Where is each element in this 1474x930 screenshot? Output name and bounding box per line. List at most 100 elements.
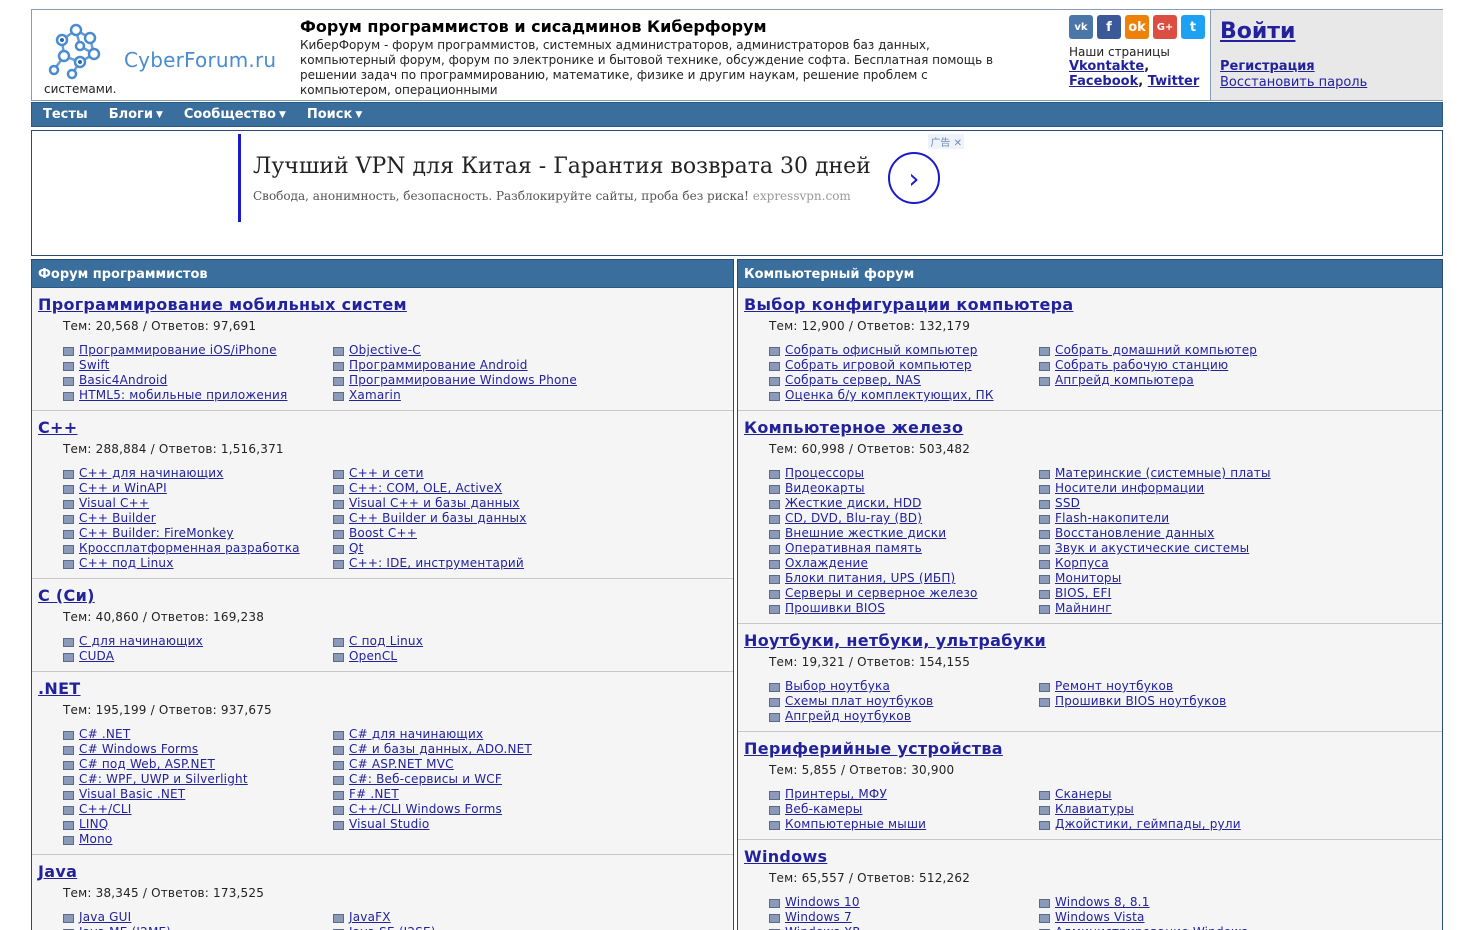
subforum-link[interactable]: Собрать домашний компьютер bbox=[1055, 343, 1257, 358]
facebook-link[interactable]: Facebook bbox=[1069, 74, 1138, 89]
subforum-link[interactable]: Принтеры, МФУ bbox=[785, 787, 887, 802]
subforum-link[interactable]: JavaFX bbox=[349, 910, 391, 925]
section-title-link[interactable]: Программирование мобильных систем bbox=[38, 295, 407, 314]
subforum-link[interactable]: CD, DVD, Blu-ray (BD) bbox=[785, 511, 922, 526]
subforum-link[interactable]: Оперативная память bbox=[785, 541, 922, 556]
subforum-link[interactable]: Выбор ноутбука bbox=[785, 679, 890, 694]
section-title-link[interactable]: C (Си) bbox=[38, 586, 95, 605]
vk-icon[interactable]: vk bbox=[1069, 15, 1093, 39]
subforum-link[interactable]: Java ME (J2ME) bbox=[79, 925, 171, 930]
subforum-link[interactable]: Прошивки BIOS ноутбуков bbox=[1055, 694, 1226, 709]
section-title-link[interactable]: Windows bbox=[744, 847, 827, 866]
subforum-link[interactable]: Собрать игровой компьютер bbox=[785, 358, 972, 373]
subforum-link[interactable]: Прошивки BIOS bbox=[785, 601, 885, 616]
subforum-link[interactable]: Процессоры bbox=[785, 466, 864, 481]
subforum-link[interactable]: C++ Builder: FireMonkey bbox=[79, 526, 234, 541]
google-plus-icon[interactable]: G+ bbox=[1153, 15, 1177, 39]
subforum-link[interactable]: Видеокарты bbox=[785, 481, 865, 496]
site-logo[interactable]: CyberForum.ru bbox=[42, 18, 282, 80]
section-title-link[interactable]: Периферийные устройства bbox=[744, 739, 1003, 758]
subforum-link[interactable]: HTML5: мобильные приложения bbox=[79, 388, 287, 403]
subforum-link[interactable]: Ремонт ноутбуков bbox=[1055, 679, 1173, 694]
subforum-link[interactable]: C++: IDE, инструментарий bbox=[349, 556, 524, 571]
subforum-link[interactable]: C++ для начинающих bbox=[79, 466, 224, 481]
restore-password-link[interactable]: Восстановить пароль bbox=[1220, 75, 1367, 90]
subforum-link[interactable]: Visual C++ bbox=[79, 496, 149, 511]
ad-banner[interactable]: 广告 ✕ Лучший VPN для Китая - Гарантия воз… bbox=[238, 134, 966, 222]
section-title-link[interactable]: Ноутбуки, нетбуки, ультрабуки bbox=[744, 631, 1046, 650]
subforum-link[interactable]: Программирование Windows Phone bbox=[349, 373, 577, 388]
subforum-link[interactable]: Звук и акустические системы bbox=[1055, 541, 1249, 556]
section-title-link[interactable]: Java bbox=[38, 862, 77, 881]
subforum-link[interactable]: Swift bbox=[79, 358, 109, 373]
subforum-link[interactable]: SSD bbox=[1055, 496, 1080, 511]
subforum-link[interactable]: Жесткие диски, HDD bbox=[785, 496, 922, 511]
subforum-link[interactable]: C++/CLI Windows Forms bbox=[349, 802, 502, 817]
subforum-link[interactable]: Администрирование Windows bbox=[1055, 925, 1248, 930]
section-title-link[interactable]: C++ bbox=[38, 418, 77, 437]
subforum-link[interactable]: Кроссплатформенная разработка bbox=[79, 541, 300, 556]
subforum-link[interactable]: Java SE (J2SE) bbox=[349, 925, 436, 930]
subforum-link[interactable]: Охлаждение bbox=[785, 556, 868, 571]
subforum-link[interactable]: Собрать рабочую станцию bbox=[1055, 358, 1228, 373]
vkontakte-link[interactable]: Vkontakte bbox=[1069, 59, 1144, 74]
subforum-link[interactable]: C++/CLI bbox=[79, 802, 132, 817]
subforum-link[interactable]: Windows 7 bbox=[785, 910, 852, 925]
twitter-link[interactable]: Twitter bbox=[1148, 74, 1200, 89]
subforum-link[interactable]: Java GUI bbox=[79, 910, 131, 925]
nav-community[interactable]: Сообщество ▼ bbox=[184, 107, 286, 122]
subforum-link[interactable]: Собрать офисный компьютер bbox=[785, 343, 978, 358]
nav-tests[interactable]: Тесты bbox=[43, 107, 88, 122]
subforum-link[interactable]: Схемы плат ноутбуков bbox=[785, 694, 933, 709]
facebook-icon[interactable]: f bbox=[1097, 15, 1121, 39]
ad-badge[interactable]: 广告 ✕ bbox=[928, 134, 964, 149]
subforum-link[interactable]: Собрать сервер, NAS bbox=[785, 373, 921, 388]
subforum-link[interactable]: Компьютерные мыши bbox=[785, 817, 926, 832]
chevron-right-icon[interactable]: › bbox=[888, 152, 940, 204]
subforum-link[interactable]: C# под Web, ASP.NET bbox=[79, 757, 215, 772]
subforum-link[interactable]: Апгрейд компьютера bbox=[1055, 373, 1194, 388]
nav-search[interactable]: Поиск ▼ bbox=[307, 107, 362, 122]
section-title-link[interactable]: .NET bbox=[38, 679, 81, 698]
subforum-link[interactable]: Сканеры bbox=[1055, 787, 1112, 802]
subforum-link[interactable]: CUDA bbox=[79, 649, 114, 664]
login-link[interactable]: Войти bbox=[1220, 19, 1295, 44]
subforum-link[interactable]: C++: COM, OLE, ActiveX bbox=[349, 481, 502, 496]
subforum-link[interactable]: Апгрейд ноутбуков bbox=[785, 709, 911, 724]
ad-title[interactable]: Лучший VPN для Китая - Гарантия возврата… bbox=[253, 154, 871, 179]
subforum-link[interactable]: C для начинающих bbox=[79, 634, 203, 649]
subforum-link[interactable]: Программирование Android bbox=[349, 358, 528, 373]
subforum-link[interactable]: C# ASP.NET MVC bbox=[349, 757, 454, 772]
subforum-link[interactable]: Windows Vista bbox=[1055, 910, 1145, 925]
subforum-link[interactable]: Джойстики, геймпады, рули bbox=[1055, 817, 1241, 832]
subforum-link[interactable]: Оценка б/у комплектующих, ПК bbox=[785, 388, 994, 403]
subforum-link[interactable]: F# .NET bbox=[349, 787, 399, 802]
subforum-link[interactable]: C++ и сети bbox=[349, 466, 424, 481]
subforum-link[interactable]: C# .NET bbox=[79, 727, 130, 742]
subforum-link[interactable]: Mono bbox=[79, 832, 112, 847]
subforum-link[interactable]: Серверы и серверное железо bbox=[785, 586, 978, 601]
subforum-link[interactable]: Visual Basic .NET bbox=[79, 787, 185, 802]
subforum-link[interactable]: C# и базы данных, ADO.NET bbox=[349, 742, 532, 757]
subforum-link[interactable]: C# для начинающих bbox=[349, 727, 483, 742]
twitter-icon[interactable]: t bbox=[1181, 15, 1205, 39]
register-link[interactable]: Регистрация bbox=[1220, 59, 1315, 74]
subforum-link[interactable]: C#: WPF, UWP и Silverlight bbox=[79, 772, 248, 787]
subforum-link[interactable]: C#: Веб-сервисы и WCF bbox=[349, 772, 502, 787]
subforum-link[interactable]: Objective-C bbox=[349, 343, 421, 358]
subforum-link[interactable]: Программирование iOS/iPhone bbox=[79, 343, 277, 358]
subforum-link[interactable]: Майнинг bbox=[1055, 601, 1112, 616]
subforum-link[interactable]: C++ и WinAPI bbox=[79, 481, 167, 496]
subforum-link[interactable]: Windows 10 bbox=[785, 895, 860, 910]
subforum-link[interactable]: Flash-накопители bbox=[1055, 511, 1169, 526]
subforum-link[interactable]: C++ Builder и базы данных bbox=[349, 511, 527, 526]
subforum-link[interactable]: Материнские (системные) платы bbox=[1055, 466, 1271, 481]
subforum-link[interactable]: Qt bbox=[349, 541, 364, 556]
subforum-link[interactable]: C++ под Linux bbox=[79, 556, 174, 571]
subforum-link[interactable]: C# Windows Forms bbox=[79, 742, 198, 757]
subforum-link[interactable]: Корпуса bbox=[1055, 556, 1109, 571]
subforum-link[interactable]: Клавиатуры bbox=[1055, 802, 1134, 817]
section-title-link[interactable]: Компьютерное железо bbox=[744, 418, 963, 437]
subforum-link[interactable]: Boost C++ bbox=[349, 526, 417, 541]
subforum-link[interactable]: Внешние жесткие диски bbox=[785, 526, 946, 541]
